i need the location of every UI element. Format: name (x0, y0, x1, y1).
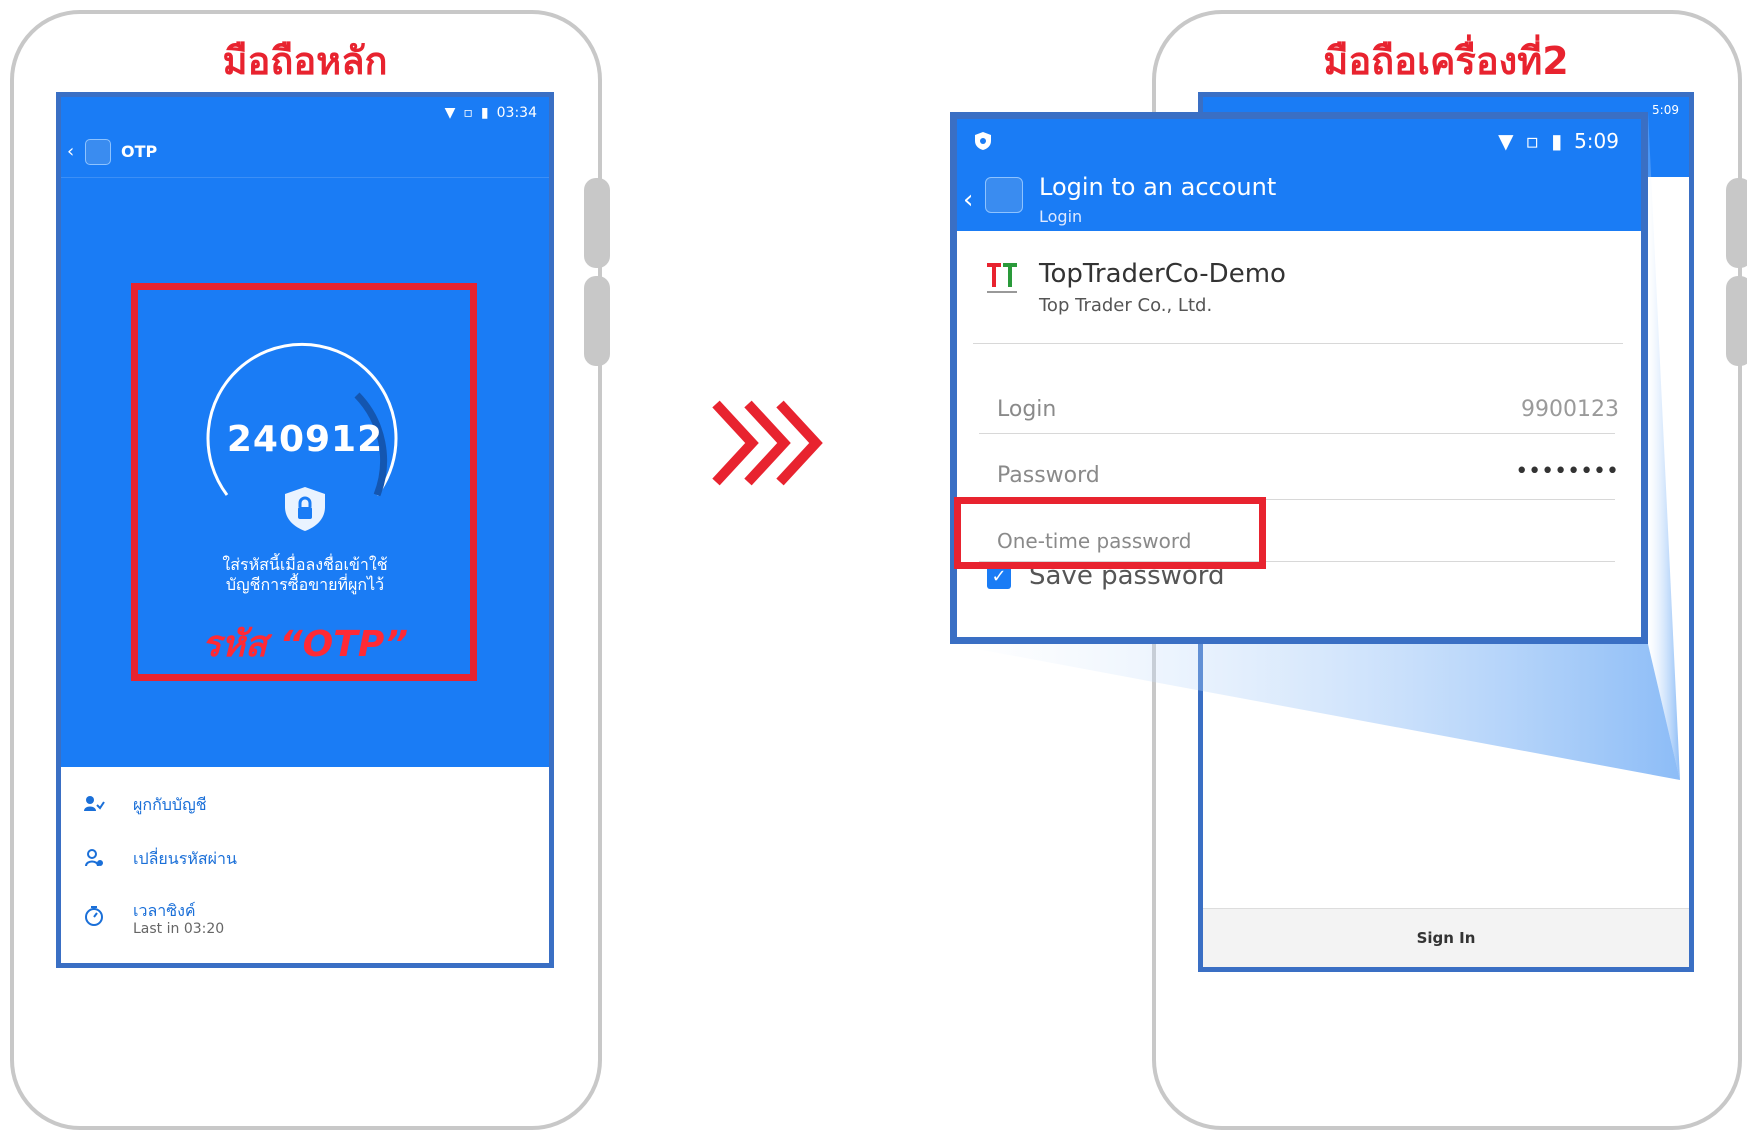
status-bar: ▼ ▫ ▮ 5:09 (1498, 129, 1619, 153)
timer-icon (85, 906, 103, 926)
battery-icon: ▮ (480, 105, 489, 121)
broker-name: TopTraderCo-Demo (1039, 259, 1286, 289)
app-logo-icon (985, 177, 1023, 213)
left-phone-side-button-lower (584, 276, 610, 366)
status-time: 5:09 (1574, 129, 1619, 153)
login-field-label: Login (997, 397, 1057, 422)
menu-item-label: เปลี่ยนรหัสผ่าน (133, 849, 237, 868)
right-phone-side-button-upper (1726, 178, 1747, 268)
sign-in-button[interactable]: Sign In (1203, 908, 1689, 967)
right-phone-caption: มือถือเครื่องที่2 (1323, 39, 1569, 83)
otp-highlight-box (131, 283, 477, 681)
battery-icon: ▮ (1551, 129, 1563, 153)
login-app-bar: ▼ ▫ ▮ 5:09 ‹ Login to an account Login (957, 119, 1641, 231)
left-phone-side-button-upper (584, 178, 610, 268)
menu-item-bind-account[interactable]: ผูกกับบัญชี (61, 779, 549, 831)
login-subtitle: Login (1039, 207, 1083, 226)
shield-icon (975, 132, 991, 150)
password-field-label: Password (997, 463, 1100, 488)
login-field-underline (979, 433, 1615, 434)
menu-item-change-password[interactable]: เปลี่ยนรหัสผ่าน (61, 833, 549, 885)
no-sim-icon: ▫ (463, 105, 473, 121)
login-title: Login to an account (1039, 173, 1277, 201)
status-time: 5:09 (1652, 103, 1679, 117)
back-icon[interactable]: ‹ (67, 141, 74, 162)
otp-menu: ผูกกับบัญชี เปลี่ยนรหัสผ่าน เวลาซิงค์ La… (61, 767, 549, 963)
right-phone-side-button-lower (1726, 276, 1747, 366)
password-field-value: •••••••• (1515, 459, 1619, 484)
left-phone-caption: มือถือหลัก (222, 39, 388, 83)
status-time: 03:34 (496, 105, 537, 121)
divider (973, 343, 1623, 344)
one-time-password-highlight-box (954, 497, 1266, 569)
app-bar: ‹ OTP (61, 127, 549, 178)
broker-logo-icon (987, 263, 1017, 293)
app-logo-icon (85, 139, 111, 165)
chevron-right-arrows-icon (712, 400, 823, 486)
app-title: OTP (121, 142, 158, 161)
menu-item-sync-time[interactable]: เวลาซิงค์ Last in 03:20 (61, 885, 549, 937)
no-sim-icon: ▫ (1525, 129, 1540, 153)
menu-item-label: ผูกกับบัญชี (133, 795, 207, 814)
person-link-icon (84, 796, 105, 811)
broker-company: Top Trader Co., Ltd. (1039, 295, 1213, 316)
key-user-icon (85, 849, 103, 867)
wifi-icon: ▼ (444, 105, 456, 121)
wifi-icon: ▼ (1498, 129, 1514, 153)
back-icon[interactable]: ‹ (963, 185, 973, 215)
menu-item-sublabel: Last in 03:20 (133, 921, 225, 937)
status-bar: ▼ ▫ ▮ 03:34 (445, 105, 537, 121)
login-field-value: 9900123 (1521, 397, 1619, 422)
